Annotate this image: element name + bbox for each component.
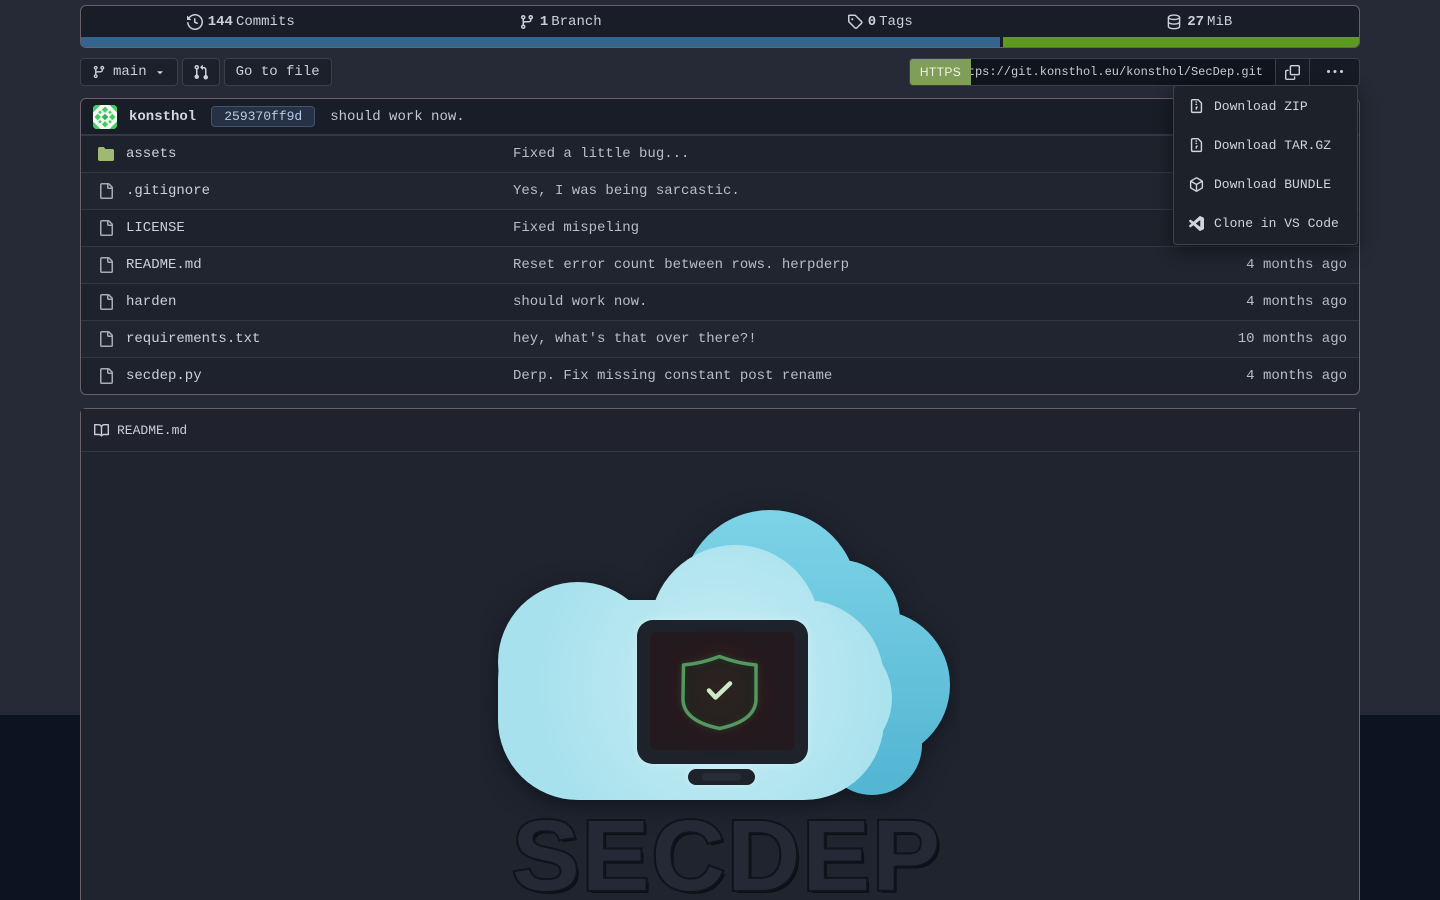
svg-text:SECDEP: SECDEP — [512, 800, 942, 900]
